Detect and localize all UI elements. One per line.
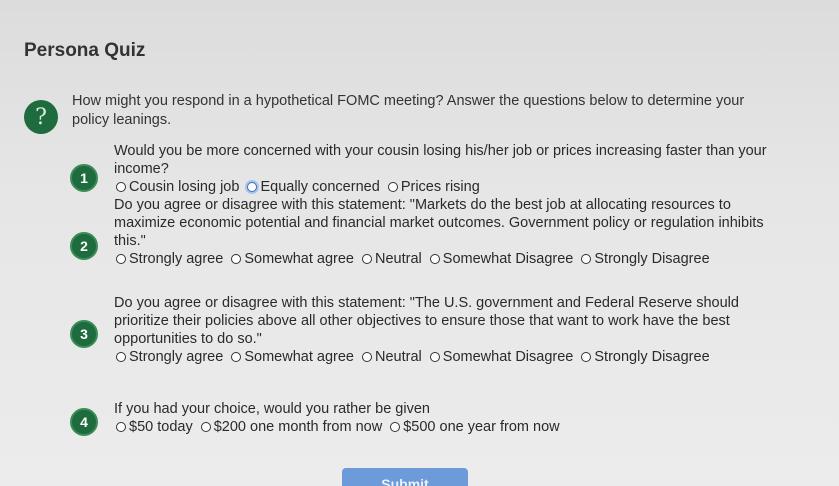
option-somewhat-disagree[interactable]: Somewhat Disagree (429, 348, 574, 366)
option-neutral[interactable]: Neutral (362, 348, 422, 366)
question-mark-icon: ? (24, 100, 58, 134)
radio-button[interactable] (231, 254, 242, 264)
radio-button[interactable] (581, 352, 592, 362)
radio-button[interactable] (387, 182, 398, 192)
radio-button[interactable] (116, 352, 126, 362)
option-label: Somewhat agree (244, 349, 354, 365)
option-label: Strongly Disagree (594, 349, 710, 365)
question-2: 2 Do you agree or disagree with this sta… (70, 196, 772, 269)
radio-button[interactable] (231, 352, 242, 362)
question-text: Would you be more concerned with your co… (114, 143, 767, 177)
option-strongly-agree[interactable]: Strongly agree (116, 250, 223, 268)
radio-button[interactable] (116, 254, 126, 264)
option-label: Prices rising (400, 179, 480, 195)
option-200-one-month[interactable]: $200 one month from now (200, 418, 383, 436)
question-1: 1 Would you be more concerned with your … (70, 122, 772, 197)
question-4: 4 If you had your choice, would you rath… (70, 400, 772, 437)
option-label: $50 today (129, 419, 193, 435)
question-3: 3 Do you agree or disagree with this sta… (70, 294, 772, 367)
option-strongly-agree[interactable]: Strongly agree (116, 348, 223, 366)
option-label: Strongly Disagree (594, 251, 710, 267)
option-somewhat-disagree[interactable]: Somewhat Disagree (429, 250, 574, 268)
question-number-badge: 3 (70, 320, 98, 348)
option-label: Somewhat Disagree (442, 349, 574, 365)
option-label: $200 one month from now (213, 419, 383, 435)
page-title: Persona Quiz (24, 40, 146, 61)
question-number-badge: 4 (70, 408, 98, 436)
option-neutral[interactable]: Neutral (362, 250, 422, 268)
answer-options: $50 today $200 one month from now $500 o… (116, 418, 772, 437)
radio-button[interactable] (429, 254, 440, 264)
option-label: Neutral (375, 349, 422, 365)
question-text: Do you agree or disagree with this state… (114, 295, 739, 347)
option-label: Equally concerned (260, 179, 380, 195)
radio-button[interactable] (581, 254, 592, 264)
radio-button[interactable] (247, 182, 258, 192)
answer-options: Strongly agree Somewhat agree Neutral So… (116, 250, 772, 269)
question-text: If you had your choice, would you rather… (114, 401, 430, 417)
option-label: Neutral (375, 251, 422, 267)
answer-options: Strongly agree Somewhat agree Neutral So… (116, 348, 772, 367)
radio-button[interactable] (116, 182, 126, 192)
option-label: $500 one year from now (403, 419, 560, 435)
submit-button[interactable]: Submit (342, 468, 468, 486)
option-label: Strongly agree (129, 349, 224, 365)
option-prices-rising[interactable]: Prices rising (387, 178, 480, 196)
option-label: Cousin losing job (129, 179, 240, 195)
option-strongly-disagree[interactable]: Strongly Disagree (581, 348, 710, 366)
radio-button[interactable] (390, 422, 401, 432)
option-label: Somewhat agree (244, 251, 354, 267)
option-somewhat-agree[interactable]: Somewhat agree (231, 250, 354, 268)
option-equally-concerned[interactable]: Equally concerned (247, 178, 380, 196)
option-label: Strongly agree (129, 251, 224, 267)
answer-options: Cousin losing job Equally concerned Pric… (116, 178, 772, 197)
option-cousin-losing-job[interactable]: Cousin losing job (116, 178, 239, 196)
question-number-badge: 2 (70, 232, 98, 260)
question-text: Do you agree or disagree with this state… (114, 197, 764, 249)
option-strongly-disagree[interactable]: Strongly Disagree (581, 250, 710, 268)
option-50-today[interactable]: $50 today (116, 418, 193, 436)
radio-button[interactable] (200, 422, 211, 432)
question-number-badge: 1 (70, 164, 98, 192)
quiz-page: Persona Quiz ? How might you respond in … (0, 0, 839, 486)
radio-button[interactable] (362, 352, 372, 362)
option-somewhat-agree[interactable]: Somewhat agree (231, 348, 354, 366)
radio-button[interactable] (116, 422, 126, 432)
option-500-one-year[interactable]: $500 one year from now (390, 418, 560, 436)
radio-button[interactable] (362, 254, 372, 264)
option-label: Somewhat Disagree (442, 251, 574, 267)
radio-button[interactable] (429, 352, 440, 362)
